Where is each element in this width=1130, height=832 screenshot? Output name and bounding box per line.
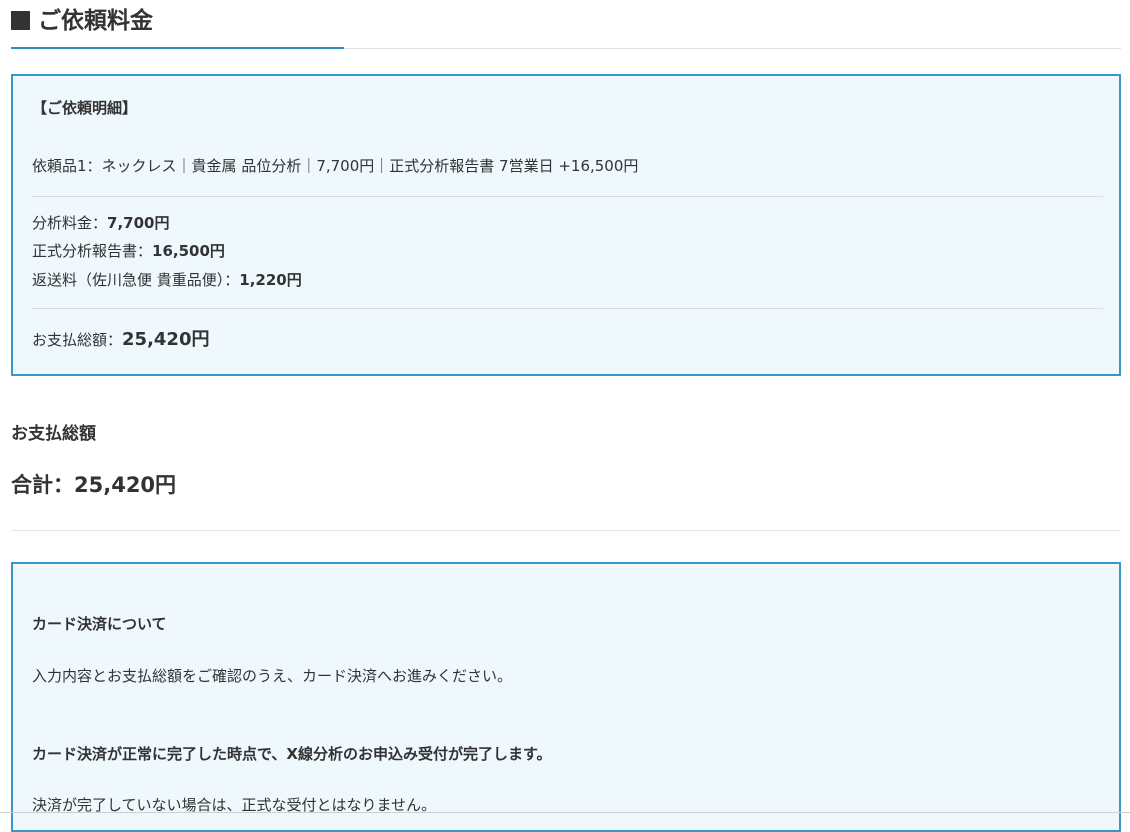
details-total-value: 25,420円 xyxy=(122,329,210,350)
fee-section: ご依頼料金 【ご依頼明細】 依頼品1：ネックレス｜貴金属 品位分析｜7,700円… xyxy=(11,0,1121,832)
details-total-label: お支払総額： xyxy=(32,331,123,349)
report-fee-row: 正式分析報告書：16,500円 xyxy=(32,241,225,261)
square-bullet-icon xyxy=(11,11,30,30)
report-fee-value: 16,500円 xyxy=(152,242,225,260)
card-notice-heading: カード決済について xyxy=(32,615,167,633)
section-divider xyxy=(11,530,1121,531)
grand-total-row: 合計：25,420円 xyxy=(11,471,176,499)
details-divider xyxy=(32,308,1103,309)
details-item-line: 依頼品1：ネックレス｜貴金属 品位分析｜7,700円｜正式分析報告書 7営業日 … xyxy=(32,157,639,175)
section-title-text: ご依頼料金 xyxy=(38,8,153,34)
details-total-row: お支払総額：25,420円 xyxy=(32,328,209,352)
details-heading: 【ご依頼明細】 xyxy=(32,99,138,117)
shipping-fee-value: 1,220円 xyxy=(239,271,302,289)
section-title: ご依頼料金 xyxy=(11,6,153,36)
analysis-fee-label: 分析料金： xyxy=(32,214,108,232)
analysis-fee-row: 分析料金：7,700円 xyxy=(32,213,169,233)
header-accent-bar xyxy=(11,47,344,49)
grand-total-value: 25,420円 xyxy=(74,473,177,497)
details-divider xyxy=(32,196,1103,197)
grand-total-label: 合計： xyxy=(11,473,74,497)
card-payment-notice-box: カード決済について 入力内容とお支払総額をご確認のうえ、カード決済へお進みくださ… xyxy=(11,562,1121,832)
card-notice-emphasis: カード決済が正常に完了した時点で、X線分析のお申込み受付が完了します。 xyxy=(32,745,552,763)
shipping-fee-row: 返送料（佐川急便 貴重品便）：1,220円 xyxy=(32,270,302,290)
section-header: ご依頼料金 xyxy=(11,0,1121,50)
card-notice-line: 入力内容とお支払総額をご確認のうえ、カード決済へお進みください。 xyxy=(32,667,513,685)
report-fee-label: 正式分析報告書： xyxy=(32,242,153,260)
viewport-edge xyxy=(0,812,1130,813)
request-details-box: 【ご依頼明細】 依頼品1：ネックレス｜貴金属 品位分析｜7,700円｜正式分析報… xyxy=(11,74,1121,376)
shipping-fee-label: 返送料（佐川急便 貴重品便）： xyxy=(32,271,240,289)
payment-total-heading: お支払総額 xyxy=(11,424,96,444)
analysis-fee-value: 7,700円 xyxy=(107,214,170,232)
